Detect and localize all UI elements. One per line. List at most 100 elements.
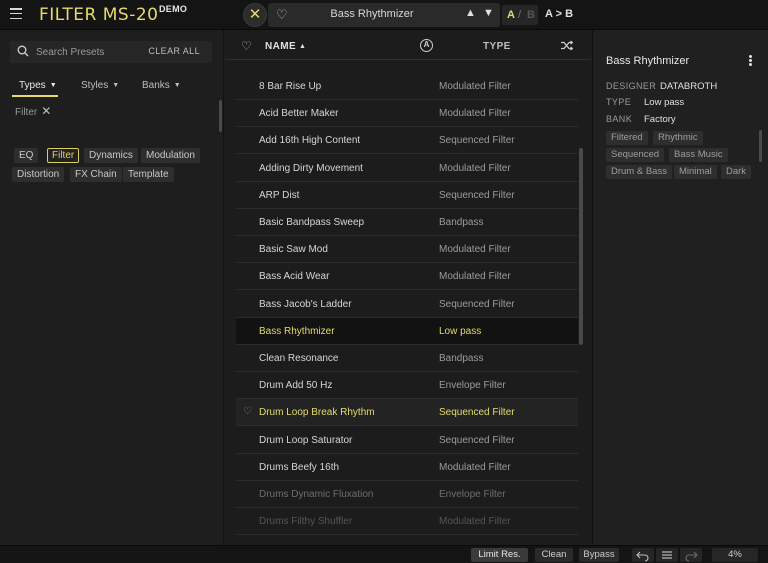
preset-type: Sequenced Filter: [439, 298, 515, 310]
heart-icon[interactable]: ♡: [276, 7, 288, 22]
preset-tag: Rhythmic: [653, 131, 703, 145]
top-bar: FILTER MS-20 DEMO ✕ ♡ Bass Rhythmizer ▲ …: [0, 0, 768, 30]
type-tag-dynamics[interactable]: Dynamics: [84, 148, 138, 163]
sort-ascending-icon: ▲: [299, 43, 307, 50]
chevron-down-icon: ▼: [49, 82, 57, 89]
designer-value: DATABROTH: [660, 81, 718, 92]
cpu-meter: 4%: [712, 548, 758, 562]
preset-name: 8 Bar Rise Up: [259, 81, 322, 92]
next-preset-button[interactable]: ▼: [483, 7, 494, 19]
clear-all-button[interactable]: CLEAR ALL: [148, 46, 200, 56]
type-tag-template[interactable]: Template: [123, 167, 174, 182]
bypass-button[interactable]: Bypass: [579, 548, 619, 562]
table-row[interactable]: ARP Dist Sequenced Filter: [236, 182, 578, 209]
preset-tag: Minimal: [674, 165, 717, 179]
preset-tag: Filtered: [606, 131, 648, 145]
preset-name: Basic Bandpass Sweep: [259, 217, 365, 228]
ab-divider: /: [518, 9, 522, 21]
preset-name: Drums Dynamic Fluxation: [259, 489, 374, 500]
arturia-filter-icon[interactable]: A: [420, 39, 433, 52]
type-tag-eq[interactable]: EQ: [14, 148, 39, 163]
close-icon[interactable]: ✕: [41, 104, 51, 118]
favorite-filter-heart-icon[interactable]: ♡: [241, 39, 252, 53]
table-row[interactable]: Drums Dynamic Fluxation Envelope Filter: [236, 481, 578, 508]
table-row[interactable]: ♡ Drum Loop Break Rhythm Sequenced Filter: [236, 399, 578, 427]
preset-tag: Sequenced: [606, 148, 665, 162]
preset-name: ARP Dist: [259, 189, 300, 201]
preset-type: Modulated Filter: [439, 271, 511, 283]
redo-icon[interactable]: [680, 548, 702, 562]
preset-type: Sequenced Filter: [439, 407, 515, 419]
app-title: FILTER MS-20: [39, 5, 159, 25]
copy-a-to-b-button[interactable]: A > B: [545, 8, 573, 20]
tab-banks[interactable]: Banks ▼: [142, 80, 181, 91]
table-row[interactable]: Clean Resonance Bandpass: [236, 345, 578, 372]
preset-name: Adding Dirty Movement: [259, 162, 363, 174]
limit-res-button[interactable]: Limit Res.: [471, 548, 528, 562]
type-tag-modulation[interactable]: Modulation: [141, 148, 200, 163]
preset-name: Drums Beefy 16th: [259, 461, 340, 473]
scrollbar[interactable]: [759, 130, 762, 162]
previous-preset-button[interactable]: ▲: [465, 7, 476, 19]
active-filter-chip[interactable]: Filter ✕: [15, 104, 51, 118]
preset-type: Modulated Filter: [439, 244, 511, 256]
type-tag-fx-chain[interactable]: FX Chain: [70, 167, 122, 182]
more-options-icon[interactable]: [749, 55, 753, 67]
scrollbar[interactable]: [219, 100, 222, 132]
sort-by-name-button[interactable]: NAME ▲: [265, 41, 306, 52]
preset-name: Add 16th High Content: [259, 135, 361, 147]
type-tag-distortion[interactable]: Distortion: [12, 167, 65, 182]
list-header: ♡ NAME ▲ A TYPE: [225, 30, 591, 60]
table-row[interactable]: Drums Beefy 16th Modulated Filter: [236, 454, 578, 481]
search-box[interactable]: CLEAR ALL: [10, 41, 212, 63]
demo-badge: DEMO: [159, 4, 188, 14]
preset-list-panel: ♡ NAME ▲ A TYPE 8 Bar Rise Up Modulated Fi…: [225, 30, 591, 545]
tab-types[interactable]: Types ▼: [19, 80, 57, 91]
bank-value: Factory: [644, 114, 676, 125]
current-preset-name[interactable]: Bass Rhythmizer: [302, 8, 442, 20]
table-row[interactable]: Adding Dirty Movement Modulated Filter: [236, 155, 578, 182]
table-row[interactable]: Add 16th High Content Sequenced Filter: [236, 127, 578, 155]
ab-a[interactable]: A: [507, 5, 515, 25]
type-tag-filter[interactable]: Filter: [47, 148, 80, 163]
table-row[interactable]: Drums Filthy Shuffler Modulated Filter: [236, 508, 578, 536]
clean-button[interactable]: Clean: [535, 548, 573, 562]
ab-b[interactable]: B: [527, 5, 535, 25]
preset-type: Modulated Filter: [439, 461, 511, 473]
table-row[interactable]: Bass Jacob's Ladder Sequenced Filter: [236, 291, 578, 318]
table-row[interactable]: Basic Saw Mod Modulated Filter: [236, 236, 578, 264]
preset-name: Acid Better Maker: [259, 108, 339, 120]
chevron-down-icon: ▼: [173, 82, 181, 89]
table-row[interactable]: Acid Better Maker Modulated Filter: [236, 100, 578, 128]
close-icon[interactable]: ✕: [243, 3, 267, 27]
preset-name: Bass Acid Wear: [259, 271, 330, 283]
preset-name: Bass Jacob's Ladder: [259, 298, 352, 310]
scrollbar[interactable]: [579, 148, 583, 345]
shuffle-icon[interactable]: [561, 40, 573, 51]
search-icon: [17, 45, 29, 57]
preset-type: Envelope Filter: [439, 380, 506, 392]
preset-name: Clean Resonance: [259, 353, 339, 364]
sort-by-type-button[interactable]: TYPE: [483, 41, 511, 52]
ab-toggle[interactable]: A / B: [502, 5, 538, 25]
table-row[interactable]: 8 Bar Rise Up Modulated Filter: [236, 73, 578, 100]
history-list-icon[interactable]: [656, 548, 678, 562]
preset-tag: Bass Music: [669, 148, 728, 162]
preset-tag: Drum & Bass: [606, 165, 672, 179]
preset-name: Drum Loop Break Rhythm: [259, 407, 375, 419]
filter-panel: CLEAR ALL Types▼ Styles▼ Banks▼ Filter✕ …: [0, 30, 224, 545]
preset-type: Sequenced Filter: [439, 434, 515, 446]
hamburger-icon[interactable]: [10, 8, 22, 20]
heart-icon[interactable]: ♡: [243, 406, 252, 417]
table-row[interactable]: Drum Loop Saturator Sequenced Filter: [236, 427, 578, 454]
undo-icon[interactable]: [632, 548, 654, 562]
table-row[interactable]: Bass Acid Wear Modulated Filter: [236, 263, 578, 291]
preset-type: Modulated Filter: [439, 516, 511, 528]
table-row[interactable]: Bass Rhythmizer Low pass: [236, 317, 578, 345]
preset-selector[interactable]: ♡ Bass Rhythmizer ▲ ▼: [268, 3, 500, 27]
table-row[interactable]: Basic Bandpass Sweep Bandpass: [236, 209, 578, 236]
search-input[interactable]: [36, 45, 136, 59]
table-row[interactable]: Drum Add 50 Hz Envelope Filter: [236, 372, 578, 400]
tab-styles[interactable]: Styles ▼: [81, 80, 119, 91]
preset-name: Drum Add 50 Hz: [259, 380, 333, 392]
